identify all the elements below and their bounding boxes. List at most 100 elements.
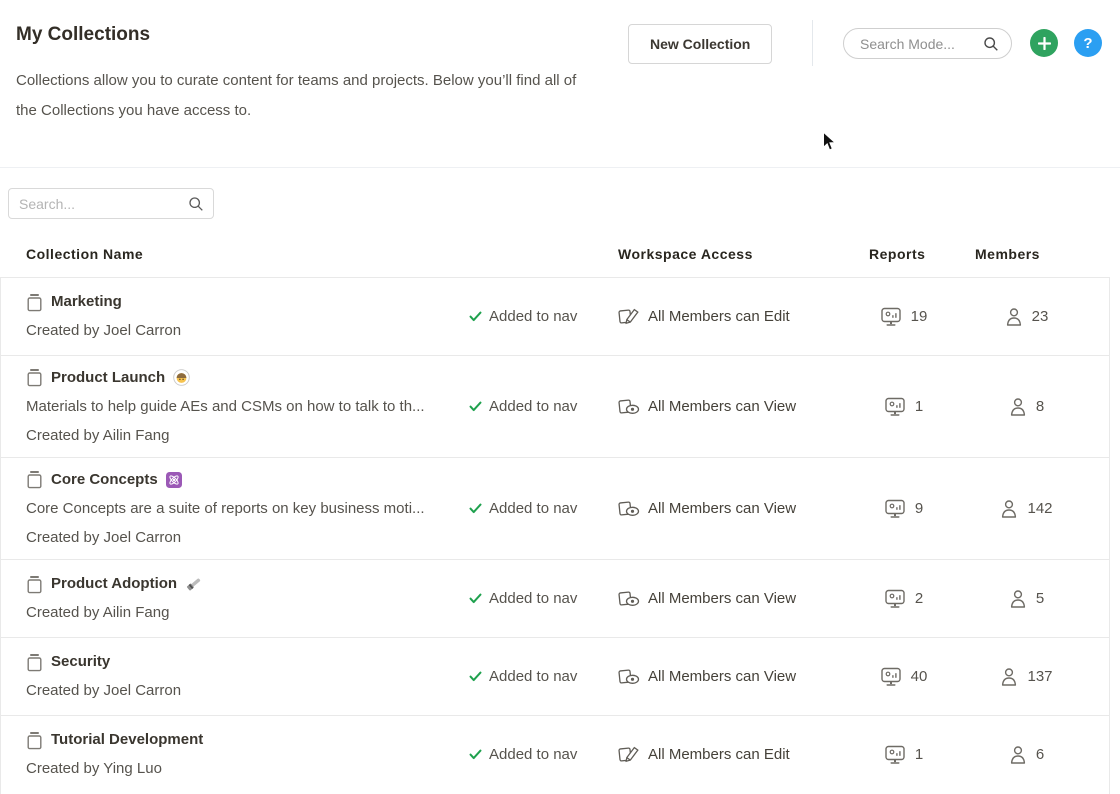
members-value: 8 — [1036, 398, 1044, 415]
members-count: 5 — [945, 589, 1108, 608]
workspace-access-label: All Members can View — [648, 590, 796, 607]
global-search-placeholder: Search Mode... — [860, 36, 975, 52]
collections-filter-input[interactable] — [8, 188, 214, 219]
view-badge-icon — [618, 499, 640, 518]
new-collection-button[interactable]: New Collection — [628, 24, 772, 64]
added-to-nav: Added to nav — [469, 746, 618, 763]
check-icon — [469, 671, 482, 682]
collection-row[interactable]: Marketing Created by Joel Carron Added to … — [1, 277, 1109, 355]
astronaut-emoji — [173, 369, 190, 386]
workspace-access: All Members can Edit — [618, 307, 862, 326]
collection-row[interactable]: SecurityCreated by Joel CarronAdded to n… — [1, 637, 1109, 715]
collection-creator: Created by Joel Carron — [26, 528, 181, 548]
column-header-reports: Reports — [869, 246, 925, 262]
collection-row[interactable]: Tutorial Development Created by Ying Luo A… — [1, 715, 1109, 793]
collection-icon — [26, 575, 43, 594]
reports-count: 2 — [862, 589, 945, 609]
members-value: 23 — [1032, 308, 1049, 325]
collection-name-link[interactable]: Core Concepts — [51, 470, 158, 490]
mouse-cursor-icon — [822, 131, 837, 157]
member-icon — [1009, 745, 1027, 764]
workspace-access-label: All Members can Edit — [648, 308, 790, 325]
collection-name-cell: Tutorial Development Created by Ying Luo — [1, 730, 469, 779]
collection-name-link[interactable]: Security — [51, 652, 110, 672]
collection-icon — [26, 368, 43, 387]
collection-row[interactable]: Product Launch Materials to help guide AE… — [1, 355, 1109, 457]
collection-creator: Created by Ying Luo — [26, 759, 162, 779]
view-badge-icon — [618, 667, 640, 686]
collection-name-link[interactable]: Tutorial Development — [51, 730, 203, 750]
reports-value: 1 — [915, 398, 923, 415]
column-header-members: Members — [975, 246, 1040, 262]
members-count: 6 — [945, 745, 1108, 764]
view-badge-icon — [618, 397, 640, 416]
my-collections-page: My Collections Collections allow you to … — [0, 0, 1120, 794]
reports-value: 9 — [915, 500, 923, 517]
members-value: 6 — [1036, 746, 1044, 763]
check-icon — [469, 401, 482, 412]
plus-icon — [1038, 37, 1051, 50]
members-count: 142 — [945, 499, 1108, 518]
members-count: 137 — [945, 667, 1108, 686]
global-search-input[interactable]: Search Mode... — [843, 28, 1012, 59]
flashlight-emoji — [185, 575, 203, 593]
edit-badge-icon — [618, 745, 640, 764]
add-button[interactable] — [1030, 29, 1058, 57]
collection-description: Materials to help guide AEs and CSMs on … — [26, 397, 425, 417]
workspace-access: All Members can Edit — [618, 745, 862, 764]
workspace-access-label: All Members can View — [648, 668, 796, 685]
column-header-name: Collection Name — [26, 246, 143, 262]
report-icon — [880, 667, 902, 687]
view-badge-icon — [618, 589, 640, 608]
search-icon — [983, 36, 999, 52]
member-icon — [1009, 397, 1027, 416]
reports-value: 40 — [911, 668, 928, 685]
collection-icon — [26, 293, 43, 312]
member-icon — [1000, 667, 1018, 686]
check-icon — [469, 749, 482, 760]
workspace-access-label: All Members can View — [648, 398, 796, 415]
section-divider — [0, 167, 1120, 168]
collection-name-link[interactable]: Product Adoption — [51, 574, 177, 594]
reports-count: 1 — [862, 397, 945, 417]
collection-row[interactable]: Product Adoption Created by Ailin Fang Add… — [1, 559, 1109, 637]
reports-value: 2 — [915, 590, 923, 607]
added-to-nav: Added to nav — [469, 398, 618, 415]
help-button[interactable]: ? — [1074, 29, 1102, 57]
added-to-nav-label: Added to nav — [489, 590, 577, 607]
report-icon — [884, 589, 906, 609]
added-to-nav-label: Added to nav — [489, 308, 577, 325]
report-icon — [884, 499, 906, 519]
page-description: Collections allow you to curate content … — [16, 66, 594, 126]
added-to-nav: Added to nav — [469, 668, 618, 685]
members-value: 137 — [1027, 668, 1052, 685]
members-value: 5 — [1036, 590, 1044, 607]
collection-icon — [26, 470, 43, 489]
workspace-access-label: All Members can Edit — [648, 746, 790, 763]
workspace-access: All Members can View — [618, 499, 862, 518]
workspace-access: All Members can View — [618, 397, 862, 416]
page-title: My Collections — [16, 24, 150, 46]
collection-row[interactable]: Core ConceptsCore Concepts are a suite o… — [1, 457, 1109, 559]
workspace-access: All Members can View — [618, 589, 862, 608]
table-rows: Marketing Created by Joel Carron Added to … — [1, 277, 1109, 793]
collection-icon — [26, 653, 43, 672]
header-divider — [812, 20, 813, 66]
collection-name-link[interactable]: Product Launch — [51, 368, 165, 388]
member-icon — [1009, 589, 1027, 608]
collection-name-cell: Product Adoption Created by Ailin Fang — [1, 574, 469, 623]
added-to-nav: Added to nav — [469, 500, 618, 517]
added-to-nav-label: Added to nav — [489, 668, 577, 685]
collection-icon — [26, 731, 43, 750]
check-icon — [469, 593, 482, 604]
collection-name-cell: Product Launch Materials to help guide AE… — [1, 368, 469, 446]
collection-name-cell: Core ConceptsCore Concepts are a suite o… — [1, 470, 469, 548]
check-icon — [469, 503, 482, 514]
report-icon — [880, 307, 902, 327]
workspace-access-label: All Members can View — [648, 500, 796, 517]
collection-creator: Created by Joel Carron — [26, 321, 181, 341]
reports-count: 19 — [862, 307, 945, 327]
collection-creator: Created by Ailin Fang — [26, 603, 169, 623]
collection-name-link[interactable]: Marketing — [51, 292, 122, 312]
reports-count: 40 — [862, 667, 945, 687]
